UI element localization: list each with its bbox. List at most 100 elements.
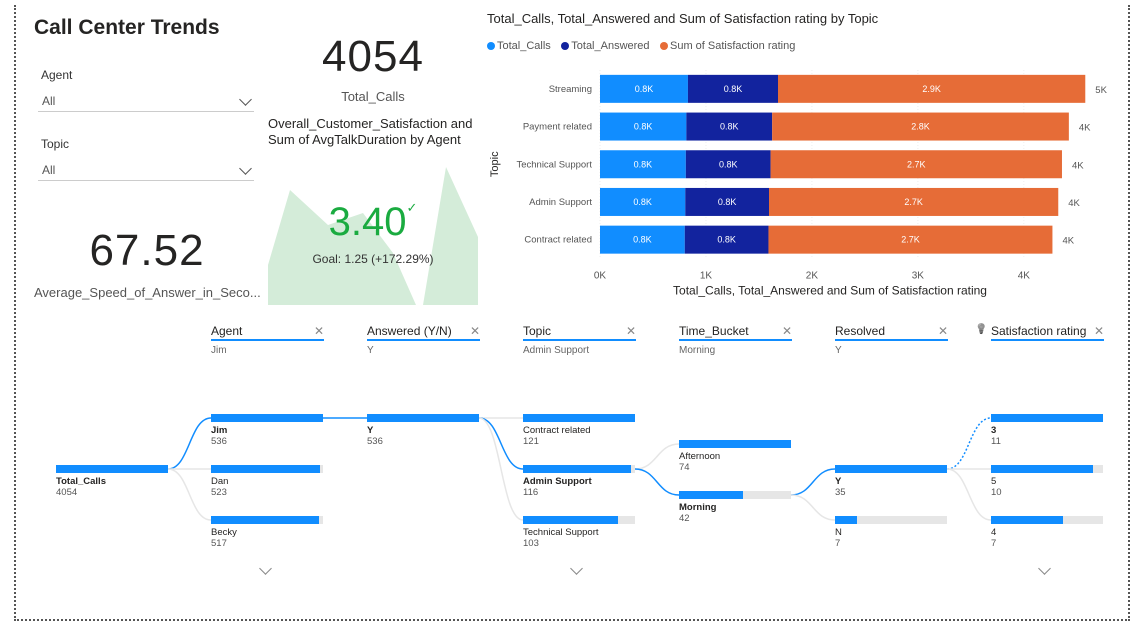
legend-total-calls[interactable]: Total_Calls [487,40,551,52]
decomp-level-label: Satisfaction rating [991,324,1087,338]
page-title: Call Center Trends [34,16,220,39]
close-icon[interactable]: ✕ [314,324,324,338]
x-tick-label: 1K [700,271,713,282]
close-icon[interactable]: ✕ [782,324,792,338]
node-bar-track [367,414,479,422]
y-axis-label: Topic [489,151,501,177]
asa-label: Average_Speed_of_Answer_in_Seco... [34,285,261,300]
kpi-value-wrap: 3.40✓ [268,200,478,245]
x-tick-label: 2K [806,271,819,282]
y-tick-label: Technical Support [516,159,592,170]
node-label: 4 [991,527,997,538]
node-bar-fill [56,465,168,473]
data-label: 0.8K [633,235,652,245]
node-label: 3 [991,425,997,436]
decomp-node-time[interactable]: Morning 42 [679,491,791,524]
decomp-node-agent[interactable]: Dan 523 [211,465,323,498]
node-value: 121 [523,436,539,447]
decomp-node-topic[interactable]: Contract related 121 [523,414,635,447]
total-calls-label: Total_Calls [341,89,405,104]
chevron-down-icon [239,93,252,106]
data-label: 2.7K [907,159,926,169]
decomp-node-satisfaction[interactable]: 47 [991,516,1103,549]
decomp-node-agent[interactable]: Jim 536 [211,414,323,447]
legend-satisfaction[interactable]: Sum of Satisfaction rating [660,40,795,52]
node-bar-track [679,440,791,448]
close-icon[interactable]: ✕ [470,324,480,338]
decomp-level-label: Resolved [835,324,886,338]
node-bar-track [56,465,168,473]
decomp-level-label: Time_Bucket [679,324,749,338]
data-label: 0.8K [724,84,743,94]
node-bar-fill [679,491,743,499]
node-value: 35 [835,487,846,498]
decomp-level-header: Topic ✕ Admin Support [523,324,636,356]
node-value: 7 [835,538,841,549]
decomp-node-resolved[interactable]: N7 [835,516,947,549]
agent-slicer-dropdown[interactable]: All [38,90,254,112]
close-icon[interactable]: ✕ [626,324,636,338]
close-icon[interactable]: ✕ [938,324,948,338]
decomp-node-topic[interactable]: Technical Support 103 [523,516,635,549]
node-bar-fill [367,414,479,422]
node-label: Dan [211,476,229,487]
y-tick-label: Admin Support [529,197,592,208]
decomp-level-header: Answered (Y/N) ✕ Y [367,324,480,356]
data-label: 2.7K [901,235,920,245]
node-bar-track [991,465,1103,473]
node-label: Technical Support [523,527,599,538]
decomp-level-title[interactable]: Resolved ✕ [835,324,948,341]
chevron-down-icon [239,162,252,175]
node-bar-track [523,516,635,524]
decomp-node-topic[interactable]: Admin Support 116 [523,465,635,498]
decomp-node-time[interactable]: Afternoon 74 [679,440,791,473]
total-label: 4K [1062,236,1074,247]
node-bar-fill [679,440,791,448]
node-value: 11 [991,436,1001,447]
node-bar-track [211,516,323,524]
decomp-level-title[interactable]: Time_Bucket ✕ [679,324,792,341]
legend-label: Total_Calls [497,40,551,52]
total-calls-value: 4054 [322,32,424,81]
decomp-level-title[interactable]: Answered (Y/N) ✕ [367,324,480,341]
decomp-level-title[interactable]: Agent ✕ [211,324,324,341]
close-icon[interactable]: ✕ [1094,324,1104,338]
data-label: 0.8K [720,122,739,132]
node-value: 7 [991,538,997,549]
decomp-level-title[interactable]: Topic ✕ [523,324,636,341]
legend-label: Sum of Satisfaction rating [670,40,796,52]
chart-legend: Total_Calls Total_Answered Sum of Satisf… [487,37,801,55]
topic-slicer-dropdown[interactable]: All [38,159,254,181]
legend-dot [660,42,668,50]
total-label: 4K [1079,123,1091,134]
kpi-title: Overall_Customer_Satisfaction and Sum of… [268,116,473,147]
node-bar-track [211,414,323,422]
decomp-node-answered[interactable]: Y 536 [367,414,479,447]
decomp-level-header: Time_Bucket ✕ Morning [679,324,792,356]
kpi-value: 3.40 [328,200,407,244]
lightbulb-icon[interactable]: 💡 [975,324,987,335]
node-value: 517 [211,538,227,549]
decomp-node-satisfaction[interactable]: 3 11 [991,414,1103,447]
decomp-node-satisfaction[interactable]: 5 10 [991,465,1103,498]
node-value: 116 [523,487,539,498]
node-bar-fill [211,465,321,473]
decomp-node-root[interactable]: Total_Calls 4054 [56,465,168,498]
data-label: 0.8K [634,159,653,169]
decomp-level-title[interactable]: 💡 Satisfaction rating ✕ [975,324,1104,341]
legend-dot [561,42,570,50]
node-bar-fill [211,516,320,524]
y-tick-label: Payment related [523,122,592,133]
node-bar-track [523,465,635,473]
data-label: 0.8K [719,159,738,169]
decomp-node-agent[interactable]: Becky 517 [211,516,323,549]
legend-total-answered[interactable]: Total_Answered [561,40,650,52]
chart-title: Total_Calls, Total_Answered and Sum of S… [487,11,879,26]
total-label: 4K [1068,198,1080,209]
data-label: 2.7K [904,197,923,207]
decomp-level-selection: Y [367,345,374,356]
decomp-node-resolved[interactable]: Y 35 [835,465,947,498]
x-axis-label: Total_Calls, Total_Answered and Sum of S… [673,284,987,298]
x-tick-label: 4K [1018,271,1031,282]
node-label: Contract related [523,425,591,436]
